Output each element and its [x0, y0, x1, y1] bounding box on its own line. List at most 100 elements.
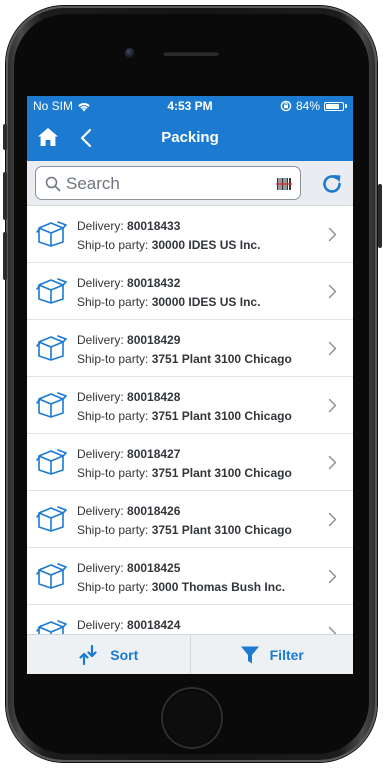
- delivery-list: Delivery: 80018433 Ship-to party: 30000 I…: [27, 206, 353, 634]
- front-camera: [125, 48, 135, 58]
- status-bar: No SIM 4:53 PM 84%: [27, 96, 353, 116]
- filter-icon: [240, 646, 259, 663]
- list-item[interactable]: Delivery: 80018424: [27, 605, 353, 634]
- home-button[interactable]: [163, 689, 221, 747]
- delivery-line: Delivery: 80018425: [77, 561, 180, 575]
- delivery-line: Delivery: 80018427: [77, 447, 180, 461]
- package-box-icon: [35, 447, 67, 475]
- battery-fill: [326, 103, 339, 109]
- list-item[interactable]: Delivery: 80018428 Ship-to party: 3751 Pl…: [27, 377, 353, 434]
- ship-to-party: 3751 Plant 3100 Chicago: [151, 352, 292, 366]
- ship-to-line: Ship-to party: 30000 IDES US Inc.: [77, 295, 260, 309]
- chevron-right-icon: [328, 341, 337, 356]
- delivery-label: Delivery:: [77, 447, 128, 461]
- delivery-number: 80018432: [127, 276, 181, 290]
- chevron-right-icon: [328, 284, 337, 299]
- delivery-label: Delivery:: [77, 390, 128, 404]
- search-placeholder: Search: [66, 174, 120, 193]
- delivery-number: 80018424: [127, 618, 181, 632]
- refresh-icon[interactable]: [320, 172, 344, 196]
- app-screen: No SIM 4:53 PM 84% Packing Search Delive…: [27, 96, 353, 674]
- sort-button[interactable]: Sort: [27, 635, 190, 674]
- list-item[interactable]: Delivery: 80018425 Ship-to party: 3000 Th…: [27, 548, 353, 605]
- ship-to-label: Ship-to party:: [77, 523, 152, 537]
- list-item[interactable]: Delivery: 80018426 Ship-to party: 3751 Pl…: [27, 491, 353, 548]
- earpiece-speaker: [163, 51, 219, 56]
- delivery-label: Delivery:: [77, 276, 128, 290]
- delivery-number: 80018429: [127, 333, 181, 347]
- battery-icon: [324, 101, 344, 111]
- search-icon: [45, 176, 61, 192]
- chevron-right-icon: [328, 227, 337, 242]
- sort-icon: [79, 644, 97, 665]
- package-box-icon: [35, 276, 67, 304]
- ship-to-party: 30000 IDES US Inc.: [151, 238, 261, 252]
- ship-to-label: Ship-to party:: [77, 409, 152, 423]
- ship-to-line: Ship-to party: 3751 Plant 3100 Chicago: [77, 466, 292, 480]
- ship-to-line: Ship-to party: 30000 IDES US Inc.: [77, 238, 260, 252]
- power-button: [378, 184, 382, 248]
- list-item[interactable]: Delivery: 80018432 Ship-to party: 30000 I…: [27, 263, 353, 320]
- delivery-label: Delivery:: [77, 504, 128, 518]
- delivery-number: 80018433: [127, 219, 181, 233]
- package-box-icon: [35, 561, 67, 589]
- ship-to-party: 3751 Plant 3100 Chicago: [151, 466, 292, 480]
- ship-to-party: 30000 IDES US Inc.: [151, 295, 261, 309]
- list-item[interactable]: Delivery: 80018427 Ship-to party: 3751 Pl…: [27, 434, 353, 491]
- search-bar: Search: [27, 161, 353, 206]
- battery-tip: [345, 104, 347, 108]
- ship-to-party: 3000 Thomas Bush Inc.: [151, 580, 286, 594]
- chevron-right-icon: [328, 398, 337, 413]
- chevron-right-icon: [328, 569, 337, 584]
- delivery-line: Delivery: 80018433: [77, 219, 180, 233]
- volume-down-button: [3, 232, 7, 280]
- page-title: Packing: [161, 129, 219, 146]
- package-box-icon: [35, 390, 67, 418]
- filter-label: Filter: [269, 646, 304, 663]
- ship-to-line: Ship-to party: 3000 Thomas Bush Inc.: [77, 580, 285, 594]
- list-item[interactable]: Delivery: 80018433 Ship-to party: 30000 I…: [27, 206, 353, 263]
- package-box-icon: [35, 333, 67, 361]
- volume-up-button: [3, 172, 7, 220]
- delivery-line: Delivery: 80018426: [77, 504, 180, 518]
- chevron-right-icon: [328, 626, 337, 634]
- mute-switch: [3, 124, 7, 150]
- delivery-label: Delivery:: [77, 333, 128, 347]
- filter-button[interactable]: Filter: [191, 635, 354, 674]
- navigation-bar: Packing: [27, 116, 353, 161]
- package-box-icon: [35, 618, 67, 634]
- delivery-label: Delivery:: [77, 561, 128, 575]
- orientation-lock-icon: [280, 100, 292, 112]
- delivery-number: 80018425: [127, 561, 181, 575]
- ship-to-label: Ship-to party:: [77, 238, 152, 252]
- battery-percent: 84%: [295, 99, 320, 113]
- delivery-line: Delivery: 80018428: [77, 390, 180, 404]
- delivery-line: Delivery: 80018432: [77, 276, 180, 290]
- ship-to-label: Ship-to party:: [77, 580, 152, 594]
- list-item[interactable]: Delivery: 80018429 Ship-to party: 3751 Pl…: [27, 320, 353, 377]
- footer-toolbar: Sort Filter: [27, 634, 353, 674]
- delivery-number: 80018427: [127, 447, 181, 461]
- chevron-right-icon: [328, 512, 337, 527]
- ship-to-party: 3751 Plant 3100 Chicago: [151, 523, 292, 537]
- delivery-number: 80018428: [127, 390, 181, 404]
- delivery-line: Delivery: 80018429: [77, 333, 180, 347]
- delivery-label: Delivery:: [77, 618, 128, 632]
- ship-to-line: Ship-to party: 3751 Plant 3100 Chicago: [77, 523, 292, 537]
- barcode-icon[interactable]: [276, 176, 292, 192]
- search-input[interactable]: Search: [35, 166, 301, 200]
- ship-to-party: 3751 Plant 3100 Chicago: [151, 409, 292, 423]
- delivery-label: Delivery:: [77, 219, 128, 233]
- package-box-icon: [35, 219, 67, 247]
- package-box-icon: [35, 504, 67, 532]
- status-right: 84%: [280, 99, 347, 113]
- ship-to-label: Ship-to party:: [77, 352, 152, 366]
- ship-to-line: Ship-to party: 3751 Plant 3100 Chicago: [77, 352, 292, 366]
- ship-to-line: Ship-to party: 3751 Plant 3100 Chicago: [77, 409, 292, 423]
- delivery-line: Delivery: 80018424: [77, 618, 180, 632]
- chevron-right-icon: [328, 455, 337, 470]
- ship-to-label: Ship-to party:: [77, 295, 152, 309]
- ship-to-label: Ship-to party:: [77, 466, 152, 480]
- delivery-number: 80018426: [127, 504, 181, 518]
- sort-label: Sort: [110, 646, 139, 663]
